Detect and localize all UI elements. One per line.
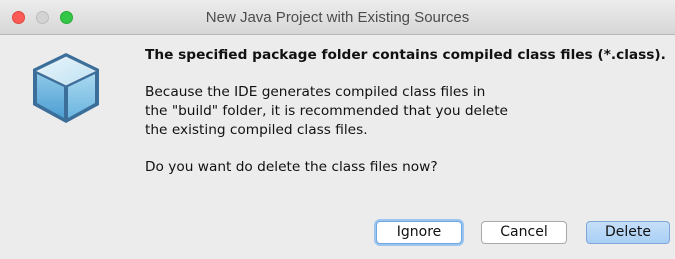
dialog-message-line: the "build" folder, it is recommended th…	[145, 103, 508, 119]
ignore-button[interactable]: Ignore	[376, 221, 462, 244]
dialog-message-line: the existing compiled class files.	[145, 122, 368, 138]
title-bar[interactable]: New Java Project with Existing Sources	[0, 0, 675, 35]
cancel-button[interactable]: Cancel	[481, 221, 567, 244]
dialog-window: New Java Project with Existing Sources T…	[0, 0, 675, 259]
dialog-headline: The specified package folder contains co…	[145, 47, 666, 63]
window-title: New Java Project with Existing Sources	[205, 9, 470, 26]
dialog-question: Do you want do delete the class files no…	[145, 159, 438, 175]
delete-button[interactable]: Delete	[586, 221, 670, 244]
netbeans-cube-icon	[33, 53, 99, 123]
dialog-message-line: Because the IDE generates compiled class…	[145, 84, 486, 100]
